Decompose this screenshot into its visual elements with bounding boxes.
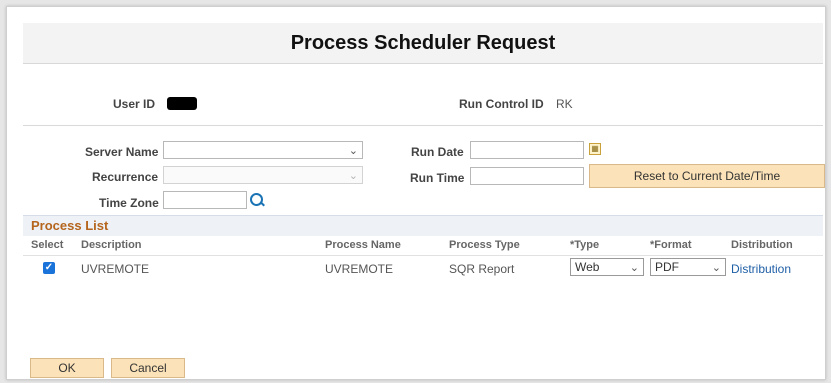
- server-name-label: Server Name: [85, 145, 159, 159]
- ok-button[interactable]: OK: [30, 358, 104, 378]
- table-header-divider: [23, 255, 823, 256]
- page-header: Process Scheduler Request: [23, 23, 823, 64]
- chevron-down-icon: ⌄: [348, 170, 358, 182]
- checkmark-icon: ✓: [44, 262, 54, 273]
- run-control-id-value: RK: [556, 97, 573, 111]
- recurrence-select[interactable]: ⌄: [163, 166, 363, 184]
- distribution-link[interactable]: Distribution: [731, 262, 791, 276]
- time-zone-label: Time Zone: [99, 196, 159, 210]
- time-zone-input[interactable]: [163, 191, 247, 209]
- select-checkbox[interactable]: ✓: [43, 262, 55, 274]
- chevron-down-icon: ⌄: [629, 262, 639, 274]
- format-value: PDF: [655, 260, 679, 274]
- row-process-type: SQR Report: [449, 262, 515, 276]
- window-frame: Process Scheduler Request User ID Run Co…: [6, 6, 826, 380]
- row-process-name: UVREMOTE: [325, 262, 394, 276]
- column-header-process-name: Process Name: [325, 239, 401, 251]
- user-id-redacted-value: [167, 97, 197, 110]
- magnifier-icon[interactable]: [250, 193, 263, 206]
- user-id-label: User ID: [113, 97, 156, 111]
- format-select[interactable]: PDF ⌄: [650, 258, 726, 276]
- recurrence-label: Recurrence: [92, 170, 159, 184]
- run-time-label: Run Time: [410, 171, 465, 185]
- process-list-header: Process List: [23, 215, 823, 236]
- run-date-input[interactable]: [470, 141, 584, 159]
- column-header-type: *Type: [570, 239, 600, 251]
- server-name-select[interactable]: ⌄: [163, 141, 363, 159]
- reset-date-time-button[interactable]: Reset to Current Date/Time: [589, 164, 825, 188]
- column-header-process-type: Process Type: [449, 239, 520, 251]
- column-header-select: Select: [31, 239, 64, 251]
- page-title: Process Scheduler Request: [290, 32, 556, 54]
- column-header-distribution: Distribution: [731, 239, 793, 251]
- divider: [23, 125, 823, 126]
- run-control-id-label: Run Control ID: [459, 97, 544, 111]
- type-value: Web: [575, 260, 600, 274]
- column-header-description: Description: [81, 239, 142, 251]
- chevron-down-icon: ⌄: [348, 145, 358, 157]
- calendar-icon[interactable]: ▦: [589, 143, 601, 155]
- process-list-title: Process List: [31, 218, 109, 233]
- chevron-down-icon: ⌄: [711, 262, 721, 274]
- cancel-button[interactable]: Cancel: [111, 358, 185, 378]
- run-time-input[interactable]: [470, 167, 584, 185]
- column-header-format: *Format: [650, 239, 692, 251]
- row-description: UVREMOTE: [81, 262, 150, 276]
- type-select[interactable]: Web ⌄: [570, 258, 644, 276]
- run-date-label: Run Date: [411, 145, 464, 159]
